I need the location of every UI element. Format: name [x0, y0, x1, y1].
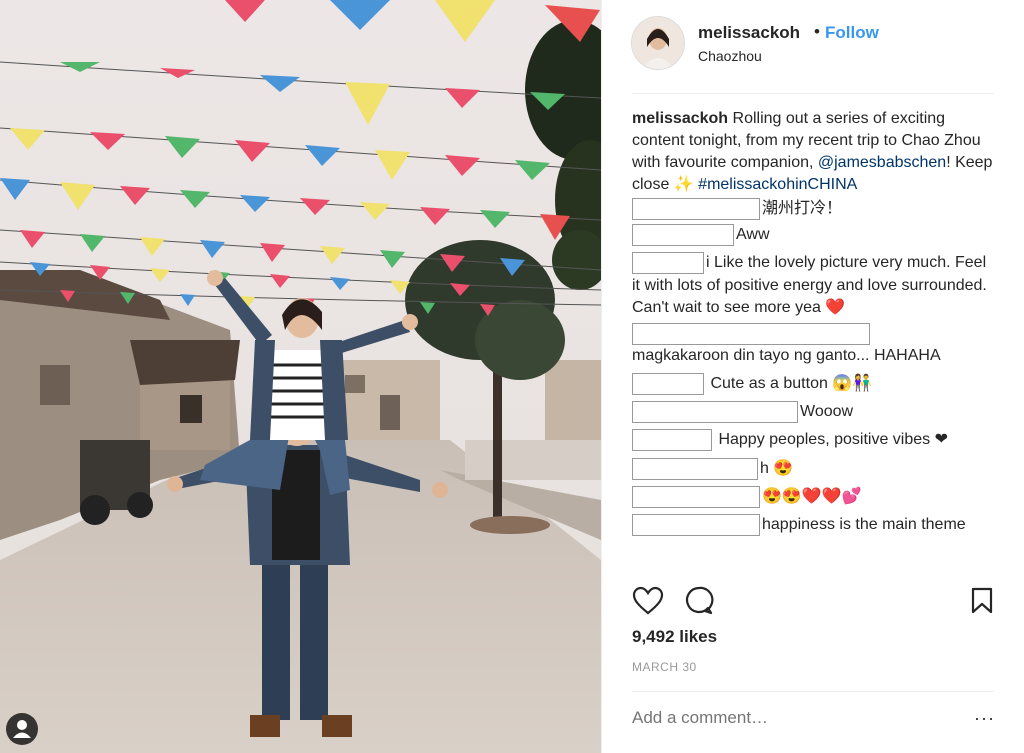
comment-icon[interactable] — [684, 586, 714, 621]
comment: h 😍 — [632, 457, 996, 480]
post-location[interactable]: Chaozhou — [698, 48, 762, 64]
comment: happiness is the main theme — [632, 514, 996, 537]
comment-text: Cute as a button 😱👫 — [710, 375, 873, 393]
separator-dot: • — [814, 22, 820, 41]
redacted-username — [632, 514, 760, 537]
follow-button[interactable]: Follow — [825, 23, 879, 43]
comment-text: 潮州打冷！ — [762, 200, 843, 218]
post-header: melissackoh • Follow Chaozhou — [602, 0, 1024, 92]
tagged-user-icon[interactable] — [6, 713, 38, 745]
comments-list[interactable]: melissackoh Rolling out a series of exci… — [632, 108, 996, 575]
comment: 潮州打冷！ — [632, 198, 996, 220]
photo-illustration — [0, 0, 601, 753]
comment: 😍😍❤️❤️💕 — [632, 485, 996, 508]
post-date: MARCH 30 — [632, 660, 697, 674]
comment-text: Wooow — [800, 403, 854, 421]
redacted-username — [632, 322, 870, 345]
header-divider — [632, 93, 994, 94]
action-bar — [632, 586, 996, 620]
comment-text: magkakaroon din tayo ng ganto... HAHAHA — [632, 346, 941, 364]
post-details-panel: melissackoh • Follow Chaozhou melissacko… — [601, 0, 1024, 753]
comment: magkakaroon din tayo ng ganto... HAHAHA — [632, 322, 996, 367]
bookmark-icon[interactable] — [970, 586, 994, 621]
add-comment-input[interactable] — [632, 708, 952, 728]
redacted-username — [632, 198, 760, 220]
redacted-username — [632, 224, 734, 247]
post-caption: melissackoh Rolling out a series of exci… — [632, 108, 996, 196]
sparkle-icon: ✨ — [673, 176, 694, 193]
post-photo[interactable] — [0, 0, 601, 753]
comment: Aww — [632, 224, 996, 247]
avatar[interactable] — [631, 16, 685, 70]
comment: i Like the lovely picture very much. Fee… — [632, 252, 996, 318]
more-options-button[interactable]: ··· — [974, 708, 995, 729]
caption-hashtag[interactable]: #melissackohinCHINA — [698, 176, 857, 193]
post-username[interactable]: melissackoh — [698, 23, 800, 43]
heart-icon[interactable] — [632, 586, 664, 621]
comment: Happy peoples, positive vibes ❤ — [632, 429, 996, 452]
redacted-username — [632, 252, 704, 275]
redacted-username — [632, 372, 704, 395]
likes-count[interactable]: 9,492 likes — [632, 627, 717, 647]
comment: Wooow — [632, 401, 996, 424]
comment-text: h 😍 — [760, 459, 794, 477]
comment-text: Aww — [736, 226, 770, 244]
comment-text: Happy peoples, positive vibes ❤ — [718, 431, 948, 449]
comment-text: happiness is the main theme — [762, 516, 966, 534]
redacted-username — [632, 401, 798, 424]
caption-mention[interactable]: @jamesbabschen — [818, 154, 946, 171]
comment-text: 😍😍❤️❤️💕 — [762, 488, 862, 506]
comment-divider — [632, 691, 994, 692]
redacted-username — [632, 485, 760, 508]
comment: Cute as a button 😱👫 — [632, 372, 996, 395]
redacted-username — [632, 457, 758, 480]
redacted-username — [632, 429, 712, 452]
caption-username[interactable]: melissackoh — [632, 110, 728, 127]
